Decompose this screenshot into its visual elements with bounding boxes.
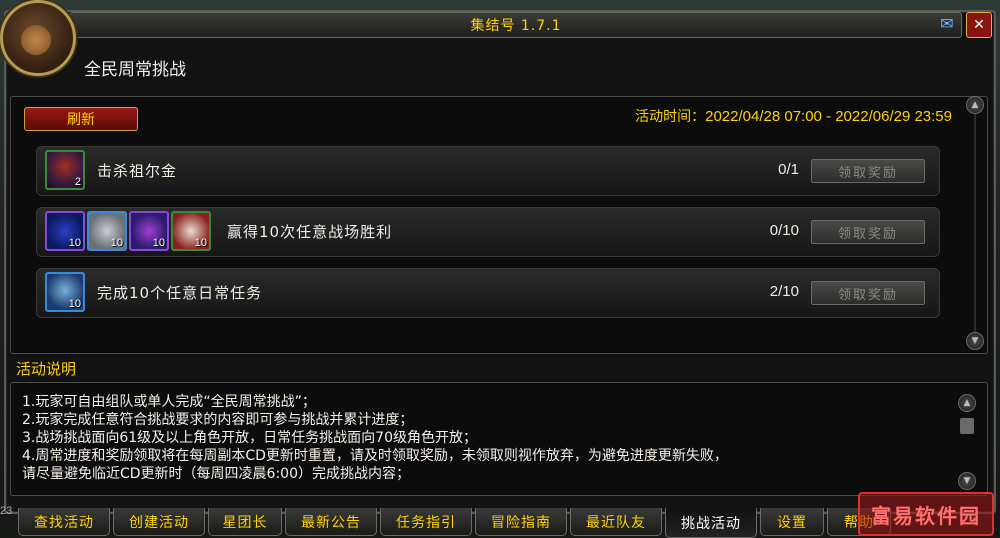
description-line: 1.玩家可自由组队或单人完成“全民周常挑战”；: [22, 394, 316, 410]
challenge-row: 10 完成10个任意日常任务 2/10 领取奖励: [36, 268, 940, 318]
scroll-up-icon[interactable]: ▲: [958, 394, 976, 412]
scroll-thumb[interactable]: [960, 418, 974, 434]
title-bar[interactable]: 集结号 1.7.1: [70, 12, 962, 38]
mahjong-tile-icon[interactable]: 10: [171, 211, 211, 251]
scroll-down-icon[interactable]: ▼: [958, 472, 976, 490]
reward-icons: 10 10 10 10: [45, 211, 211, 251]
tab-latest-news[interactable]: 最新公告: [285, 508, 377, 536]
tab-star-leader[interactable]: 星团长: [208, 508, 282, 536]
refresh-button[interactable]: 刷新: [24, 107, 138, 131]
activity-time-value: 2022/04/28 07:00 - 2022/06/29 23:59: [705, 108, 952, 125]
mail-icon[interactable]: ✉: [936, 14, 958, 33]
description-scrollbar[interactable]: ▲ ▼: [958, 394, 976, 490]
edge-number: 23: [0, 505, 13, 517]
page-title: 全民周常挑战: [84, 60, 186, 80]
tab-quest-guide[interactable]: 任务指引: [380, 508, 472, 536]
bottom-tab-bar: 查找活动 创建活动 星团长 最新公告 任务指引 冒险指南 最近队友 挑战活动 设…: [18, 508, 891, 538]
description-label: 活动说明: [16, 360, 77, 378]
watermark-logo: 富易软件园: [858, 492, 994, 536]
reward-count: 2: [74, 176, 81, 188]
addon-portrait-icon: [0, 0, 76, 76]
challenge-scrollbar[interactable]: ▲ ▼: [966, 96, 984, 352]
challenge-progress: 0/10: [769, 222, 799, 239]
blue-necklace-icon[interactable]: 10: [45, 211, 85, 251]
zuljin-portrait-icon[interactable]: 2: [45, 150, 85, 190]
description-line: 2.玩家完成任意符合挑战要求的内容即可参与挑战并累计进度；: [22, 412, 414, 428]
scroll-up-icon[interactable]: ▲: [966, 96, 984, 114]
reward-count: 10: [68, 237, 81, 249]
challenge-label: 击杀祖尔金: [97, 162, 178, 180]
close-button[interactable]: ✕: [966, 12, 992, 38]
silver-orb-icon[interactable]: 10: [87, 211, 127, 251]
challenge-label: 赢得10次任意战场胜利: [227, 223, 393, 241]
reward-icons: 10: [45, 272, 85, 312]
tab-adventure-guide[interactable]: 冒险指南: [475, 508, 567, 536]
description-text: 1.玩家可自由组队或单人完成“全民周常挑战”； 2.玩家完成任意符合挑战要求的内…: [22, 393, 728, 483]
reward-count: 10: [110, 237, 123, 249]
frost-helm-icon[interactable]: 10: [45, 272, 85, 312]
scroll-down-icon[interactable]: ▼: [966, 332, 984, 350]
reward-count: 10: [152, 237, 165, 249]
tab-settings[interactable]: 设置: [760, 508, 824, 536]
reward-count: 10: [68, 298, 81, 310]
description-line: 3.战场挑战面向61级及以上角色开放，日常任务挑战面向70级角色开放；: [22, 430, 477, 446]
description-line: 请尽量避免临近CD更新时（每周四凌晨6:00）完成挑战内容；: [22, 466, 410, 482]
challenge-progress: 2/10: [769, 283, 799, 300]
purple-gem-icon[interactable]: 10: [129, 211, 169, 251]
challenge-progress: 0/1: [778, 161, 799, 178]
challenge-row: 2 击杀祖尔金 0/1 领取奖励: [36, 146, 940, 196]
claim-reward-button[interactable]: 领取奖励: [811, 281, 925, 305]
tab-create-activity[interactable]: 创建活动: [113, 508, 205, 536]
claim-reward-button[interactable]: 领取奖励: [811, 159, 925, 183]
reward-icons: 2: [45, 150, 85, 190]
window-title: 集结号 1.7.1: [470, 18, 562, 34]
challenge-label: 完成10个任意日常任务: [97, 284, 263, 302]
activity-time: 活动时间：2022/04/28 07:00 - 2022/06/29 23:59: [635, 106, 952, 126]
activity-time-label: 活动时间：: [635, 109, 706, 125]
tab-recent-teammates[interactable]: 最近队友: [570, 508, 662, 536]
tab-challenge-activity[interactable]: 挑战活动: [665, 508, 757, 538]
claim-reward-button[interactable]: 领取奖励: [811, 220, 925, 244]
challenge-row: 10 10 10 10 赢得10次任意战场胜利 0/10 领取奖励: [36, 207, 940, 257]
reward-count: 10: [194, 237, 207, 249]
tab-find-activity[interactable]: 查找活动: [18, 508, 110, 536]
description-line: 4.周常进度和奖励领取将在每周副本CD更新时重置，请及时领取奖励，未领取则视作放…: [22, 448, 728, 464]
